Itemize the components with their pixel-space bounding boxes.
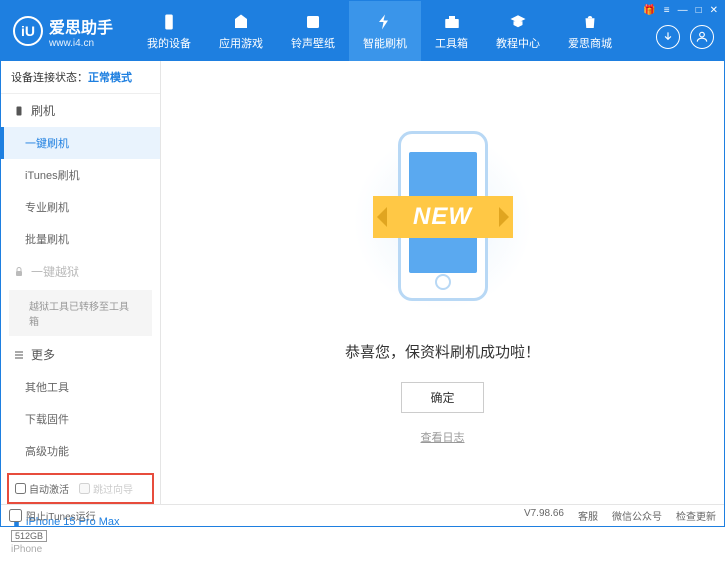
download-button[interactable] [656, 25, 680, 49]
footer-link-update[interactable]: 检查更新 [676, 508, 716, 523]
nav-apps[interactable]: 应用游戏 [205, 1, 277, 61]
ribbon-text: NEW [413, 203, 472, 231]
sidebar-header-more[interactable]: 更多 [1, 338, 160, 371]
success-illustration: NEW [383, 121, 503, 321]
menu-icon[interactable]: ≡ [664, 5, 670, 16]
sidebar-item-oneclick[interactable]: 一键刷机 [1, 127, 160, 159]
window-controls: 🎁 ≡ — □ ✕ [643, 5, 718, 16]
minimize-button[interactable]: — [678, 5, 688, 16]
sidebar-header-flash[interactable]: 刷机 [1, 94, 160, 127]
store-icon [580, 12, 600, 32]
success-message: 恭喜您，保资料刷机成功啦！ [345, 341, 540, 362]
jailbreak-note: 越狱工具已转移至工具箱 [9, 290, 152, 336]
block-itunes-checkbox[interactable]: 阻止iTunes运行 [9, 508, 96, 523]
version-label: V7.98.66 [524, 508, 564, 523]
device-type: iPhone [11, 544, 150, 555]
nav-my-device[interactable]: 我的设备 [133, 1, 205, 61]
confirm-button[interactable]: 确定 [401, 382, 483, 413]
toolbox-icon [442, 12, 462, 32]
app-logo: iU 爱思助手 www.i4.cn [1, 14, 125, 49]
lock-icon [13, 266, 25, 278]
user-button[interactable] [690, 25, 714, 49]
device-status: 设备连接状态：正常模式 [1, 61, 160, 94]
nav-tutorial[interactable]: 教程中心 [482, 1, 554, 61]
media-icon [303, 12, 323, 32]
sidebar-item-pro[interactable]: 专业刷机 [1, 191, 160, 223]
nav-toolbox[interactable]: 工具箱 [421, 1, 482, 61]
footer-link-wechat[interactable]: 微信公众号 [612, 508, 662, 523]
sidebar-item-itunes[interactable]: iTunes刷机 [1, 159, 160, 191]
sidebar-item-other[interactable]: 其他工具 [1, 371, 160, 403]
auto-activate-checkbox[interactable]: 自动激活 [15, 481, 69, 496]
app-title: 爱思助手 [49, 14, 113, 38]
view-log-link[interactable]: 查看日志 [421, 429, 465, 445]
tutorial-icon [508, 12, 528, 32]
sidebar-item-batch[interactable]: 批量刷机 [1, 223, 160, 255]
gift-icon[interactable]: 🎁 [643, 5, 655, 16]
main-content: NEW 恭喜您，保资料刷机成功啦！ 确定 查看日志 [161, 61, 724, 504]
maximize-button[interactable]: □ [696, 5, 702, 16]
sidebar: 设备连接状态：正常模式 刷机 一键刷机 iTunes刷机 专业刷机 批量刷机 一… [1, 61, 161, 504]
nav-flash[interactable]: 智能刷机 [349, 1, 421, 61]
main-nav: 我的设备 应用游戏 铃声壁纸 智能刷机 工具箱 教程中心 爱思商城 [133, 1, 626, 61]
nav-media[interactable]: 铃声壁纸 [277, 1, 349, 61]
app-url: www.i4.cn [49, 38, 113, 49]
device-icon [159, 12, 179, 32]
flash-icon [375, 12, 395, 32]
device-storage: 512GB [11, 530, 47, 542]
apps-icon [231, 12, 251, 32]
skip-wizard-checkbox: 跳过向导 [79, 481, 133, 496]
close-button[interactable]: ✕ [710, 5, 718, 16]
app-header: iU 爱思助手 www.i4.cn 我的设备 应用游戏 铃声壁纸 智能刷机 工具… [1, 1, 724, 61]
header-actions [656, 25, 714, 49]
list-icon [13, 349, 25, 361]
phone-icon [13, 105, 25, 117]
sidebar-item-firmware[interactable]: 下载固件 [1, 403, 160, 435]
sidebar-item-advanced[interactable]: 高级功能 [1, 435, 160, 467]
options-box: 自动激活 跳过向导 [7, 473, 154, 504]
sidebar-header-jailbreak: 一键越狱 [1, 255, 160, 288]
footer-link-support[interactable]: 客服 [578, 508, 598, 523]
nav-store[interactable]: 爱思商城 [554, 1, 626, 61]
logo-icon: iU [13, 16, 43, 46]
